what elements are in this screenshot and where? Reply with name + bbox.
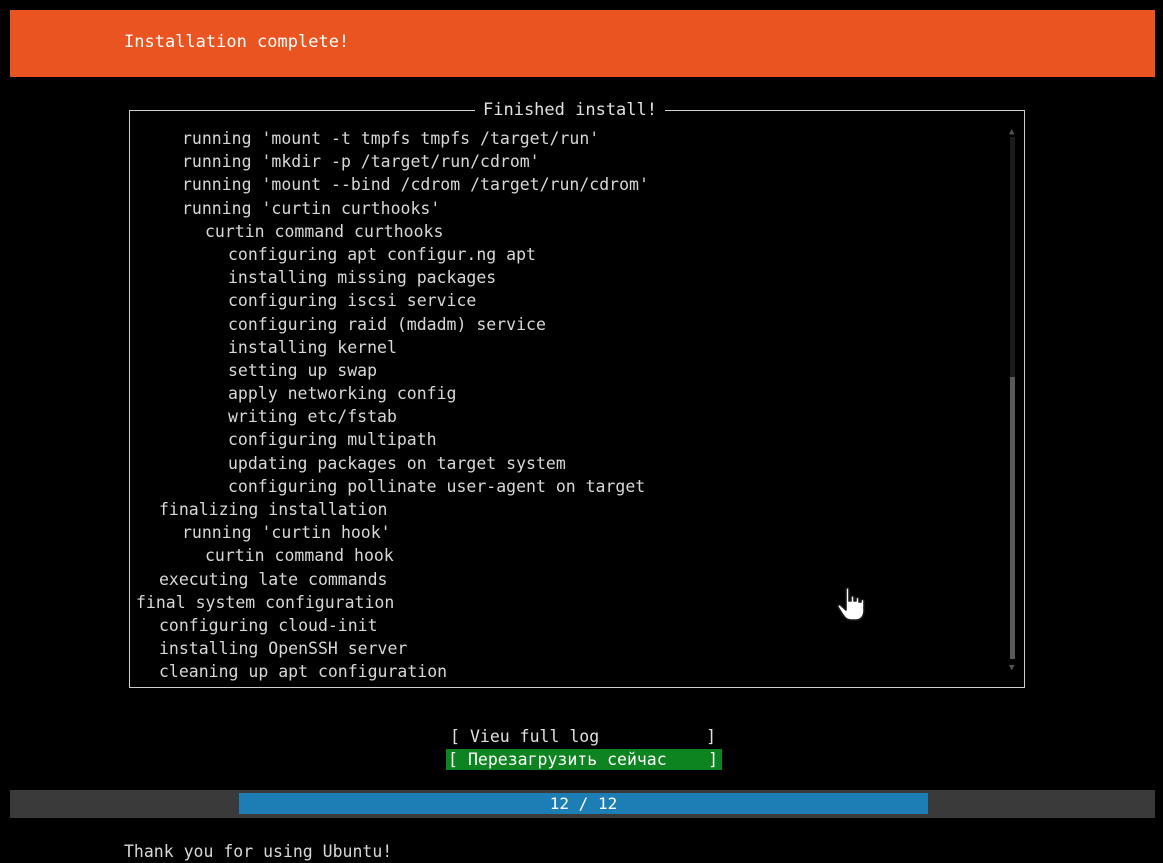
progress-text: 12 / 12 xyxy=(549,794,618,813)
log-line: configuring raid (mdadm) service xyxy=(228,314,546,334)
log-line: installing OpenSSH server xyxy=(159,639,408,659)
log-line: cleaning up apt configuration xyxy=(159,662,448,682)
log-line: configuring apt configur.ng apt xyxy=(228,244,536,264)
header-title: Installation complete! xyxy=(124,32,350,52)
log-line: running 'curtin hook' xyxy=(182,523,391,543)
log-scrollbar[interactable]: ▲ ▼ xyxy=(1008,123,1020,675)
scroll-track[interactable] xyxy=(1010,137,1015,659)
log-line: setting up swap xyxy=(228,360,378,380)
header-bar: Installation complete! xyxy=(10,10,1155,77)
footer-text: Thank you for using Ubuntu! xyxy=(124,842,393,861)
bracket-right: ] xyxy=(706,727,716,746)
log-line: running 'mkdir -p /target/run/cdrom' xyxy=(182,152,540,172)
dialog-title: Finished install! xyxy=(475,101,665,120)
log-line: installing missing packages xyxy=(228,268,497,288)
log-line: running 'curtin curthooks' xyxy=(182,198,441,218)
scroll-thumb[interactable] xyxy=(1010,377,1015,659)
log-line: configuring pollinate user-agent on targ… xyxy=(228,476,646,496)
log-line: configuring iscsi service xyxy=(228,291,477,311)
log-line: installing kernel xyxy=(228,337,397,357)
view-full-log-label: Vieu full log xyxy=(470,727,600,746)
reboot-now-button[interactable]: [ Перезагрузить сейчас ] xyxy=(446,749,722,770)
progress-band: 12 / 12 xyxy=(10,790,1155,818)
log-line: configuring multipath xyxy=(228,430,437,450)
log-line: finalizing installation xyxy=(159,500,388,519)
log-line: writing etc/fstab xyxy=(228,407,397,427)
reboot-now-label: Перезагрузить сейчас xyxy=(468,750,667,769)
scroll-up-icon[interactable]: ▲ xyxy=(1009,127,1014,137)
log-line: updating packages on target system xyxy=(228,453,566,473)
progress-bar: 12 / 12 xyxy=(239,793,928,814)
bracket-left: [ xyxy=(450,727,460,746)
finished-install-dialog: Finished install! running 'mount -t tmpf… xyxy=(129,101,1025,688)
log-line: running 'mount --bind /cdrom /target/run… xyxy=(182,175,649,195)
log-line: curtin command hook xyxy=(205,546,394,566)
bracket-right: ] xyxy=(708,750,718,769)
log-line: curtin command curthooks xyxy=(205,221,444,241)
scroll-down-icon[interactable]: ▼ xyxy=(1009,663,1014,673)
log-line: running 'mount -t tmpfs tmpfs /target/ru… xyxy=(182,129,600,148)
view-full-log-button[interactable]: [ Vieu full log ] xyxy=(448,726,720,747)
hand-pointer-icon xyxy=(836,587,865,621)
log-line: apply networking config xyxy=(228,384,457,404)
bracket-left: [ xyxy=(448,750,458,769)
